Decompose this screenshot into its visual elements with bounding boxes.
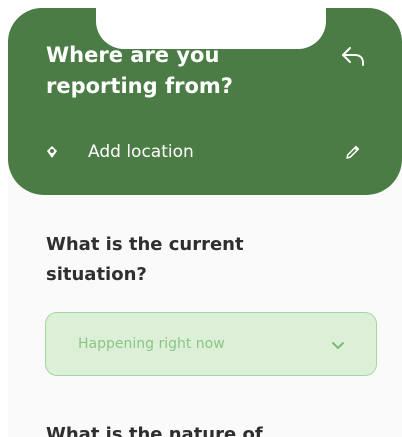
pencil-icon[interactable] xyxy=(344,143,362,161)
add-location-button[interactable]: Add location xyxy=(44,136,370,168)
undo-arrow-icon xyxy=(342,47,364,66)
add-location-label: Add location xyxy=(88,142,194,162)
page-title: Where are you reporting from? xyxy=(46,43,233,98)
report-screen: Where are you reporting from? Add locati… xyxy=(0,0,402,437)
situation-selected-value: Happening right now xyxy=(78,336,225,352)
situation-select[interactable]: Happening right now xyxy=(45,312,377,376)
back-button[interactable] xyxy=(336,41,370,71)
situation-question: What is the current situation? xyxy=(46,234,244,285)
chevron-down-icon xyxy=(332,342,344,349)
nature-question: What is the nature of xyxy=(46,424,263,437)
location-pin-icon xyxy=(44,144,60,160)
